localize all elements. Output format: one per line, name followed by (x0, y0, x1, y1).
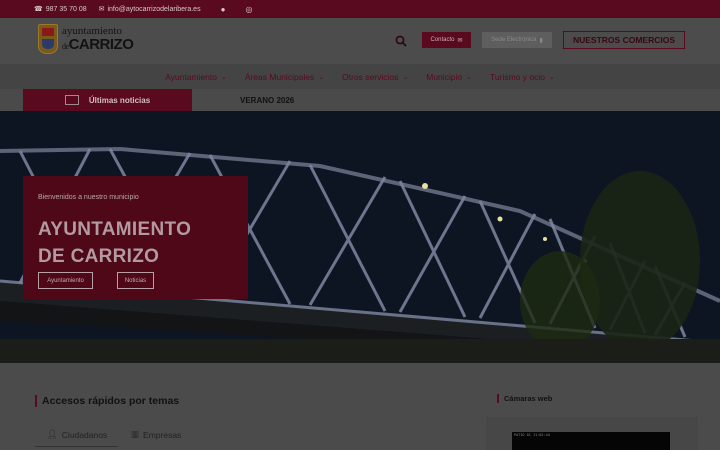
webcam-timestamp: PATIO 01 11:02:44 (514, 433, 550, 437)
hero-title: AYUNTAMIENTO DE CARRIZO (38, 216, 191, 270)
tab-empresas[interactable]: ▥ Empresas (131, 429, 181, 440)
hero-title-line1: AYUNTAMIENTO (38, 219, 192, 240)
active-tab-underline (35, 446, 118, 447)
logo-text: ayuntamiento deCARRIZO (62, 26, 134, 53)
building-icon: ▮ (539, 37, 543, 44)
nav-item-ayuntamiento[interactable]: Ayuntamiento ⌄ (165, 72, 227, 82)
facebook-icon[interactable]: ● (221, 5, 226, 14)
instagram-icon[interactable]: ◎ (245, 5, 252, 14)
sede-electronica-button[interactable]: Sede Electrónica ▮ (482, 32, 552, 48)
nav-item-label: Ayuntamiento (165, 71, 217, 82)
webcam-panel: PATIO 01 11:02:44 (486, 417, 698, 450)
site-logo[interactable]: ayuntamiento deCARRIZO (38, 24, 134, 54)
hero-welcome-card: Bienvenidos a nuestro municipio AYUNTAMI… (23, 176, 248, 299)
hero-banner: Bienvenidos a nuestro municipio AYUNTAMI… (0, 111, 720, 363)
quick-access-title: Accesos rápidos por temas (35, 395, 179, 407)
envelope-icon: ✉ (457, 37, 463, 44)
chevron-down-icon: ⌄ (220, 73, 227, 81)
phone-link[interactable]: ☎ 987 35 70 08 (34, 5, 87, 14)
coat-of-arms-icon (38, 24, 58, 54)
contact-button[interactable]: Contacto ✉ (422, 32, 471, 48)
tab-ciudadanos[interactable]: 👤︎ Ciudadanos (47, 429, 107, 440)
comercios-button[interactable]: NUESTROS COMERCIOS (563, 31, 685, 49)
chevron-down-icon: ⌄ (548, 73, 555, 81)
phone-icon: ☎ (34, 6, 43, 13)
logo-name: CARRIZO (68, 36, 134, 53)
latest-news-tab[interactable]: Últimas noticias (23, 89, 192, 111)
building-icon: ▥ (131, 429, 140, 439)
logo-line2: deCARRIZO (62, 36, 134, 53)
webcams-title: Cámaras web (497, 394, 552, 403)
quick-access-section: Accesos rápidos por temas 👤︎ Ciudadanos … (0, 363, 720, 450)
chevron-down-icon: ⌄ (466, 73, 473, 81)
phone-number: 987 35 70 08 (45, 5, 87, 13)
search-icon[interactable] (395, 35, 407, 47)
sede-label: Sede Electrónica (491, 37, 537, 43)
nav-item-label: Turismo y ocio (490, 71, 545, 82)
email-address: info@aytocarrizodelaribera.es (107, 5, 201, 13)
nav-item-municipio[interactable]: Municipio ⌄ (426, 72, 472, 82)
hero-ayuntamiento-button[interactable]: Ayuntamiento (38, 272, 93, 289)
nav-item-label: Municipio (426, 71, 463, 82)
hero-noticias-button[interactable]: Noticias (117, 272, 154, 289)
news-headline[interactable]: VERANO 2026 (240, 89, 294, 111)
hero-welcome-text: Bienvenidos a nuestro municipio (38, 194, 139, 201)
nav-item-label: Otros servicios (342, 71, 399, 82)
chevron-down-icon: ⌄ (402, 73, 409, 81)
chevron-down-icon: ⌄ (318, 73, 325, 81)
news-ticker: Últimas noticias VERANO 2026 (0, 89, 720, 111)
nav-item-areas[interactable]: Áreas Municipales ⌄ (245, 72, 324, 82)
nav-item-otros-servicios[interactable]: Otros servicios ⌄ (342, 72, 408, 82)
email-link[interactable]: ✉ info@aytocarrizodelaribera.es (98, 5, 201, 14)
webcam-image[interactable]: PATIO 01 11:02:44 (512, 432, 670, 450)
nav-item-label: Áreas Municipales (244, 71, 315, 82)
latest-news-label: Últimas noticias (88, 95, 151, 105)
site-header: ayuntamiento deCARRIZO Contacto ✉ Sede E… (0, 18, 720, 64)
tab-label: Empresas (143, 429, 182, 440)
nav-item-turismo[interactable]: Turismo y ocio ⌄ (490, 72, 555, 82)
main-nav: Ayuntamiento ⌄ Áreas Municipales ⌄ Otros… (0, 64, 720, 89)
user-icon: 👤︎ (47, 429, 58, 439)
newspaper-icon (64, 95, 79, 105)
envelope-icon: ✉ (98, 6, 105, 13)
top-bar: ☎ 987 35 70 08 ✉ info@aytocarrizodelarib… (0, 0, 720, 18)
tab-label: Ciudadanos (61, 429, 108, 440)
contact-label: Contacto (430, 37, 455, 43)
hero-title-line2: DE CARRIZO (38, 246, 160, 267)
